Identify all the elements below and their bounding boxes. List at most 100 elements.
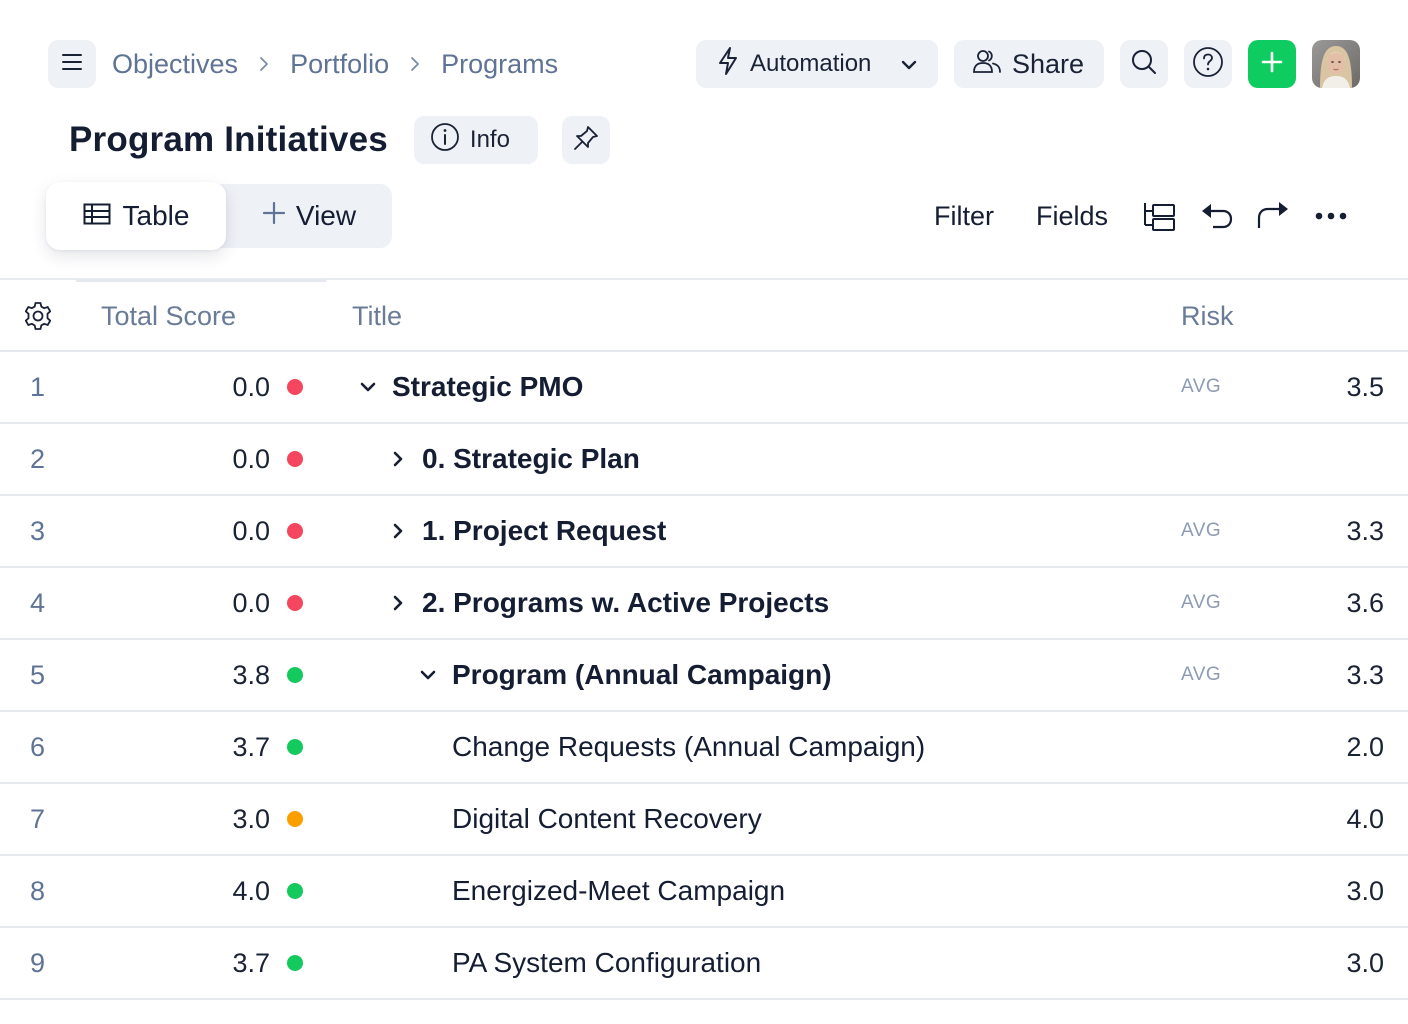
add-button[interactable]	[1248, 40, 1296, 88]
total-score-value: 0.0	[232, 587, 270, 618]
gear-icon[interactable]	[22, 282, 54, 350]
fields-button[interactable]: Fields	[1036, 201, 1108, 232]
aggregate-label: AVG	[1181, 520, 1222, 541]
status-dot-green	[287, 667, 303, 683]
risk-value: 3.3	[1346, 515, 1384, 546]
header-actions: Automation Share	[696, 40, 1360, 88]
risk-value: 4.0	[1346, 803, 1384, 834]
chevron-right-icon[interactable]	[388, 594, 408, 612]
row-number: 5	[30, 659, 46, 690]
chevron-right-icon[interactable]	[388, 522, 408, 540]
total-score-value: 0.0	[232, 443, 270, 474]
total-score-value: 3.8	[232, 659, 270, 690]
tab-table[interactable]: Table	[46, 182, 226, 250]
title-cell[interactable]: 2. Programs w. Active Projects	[388, 568, 829, 638]
column-header-title[interactable]: Title	[352, 282, 402, 350]
chevron-down-icon	[900, 50, 918, 78]
pin-button[interactable]	[561, 116, 610, 164]
status-dot-green	[287, 883, 303, 899]
page-title: Program Initiatives	[69, 120, 388, 159]
status-dot-green	[287, 955, 303, 971]
table-row[interactable]: 7 3.0 Digital Content Recovery 4.0	[0, 784, 1408, 856]
lightning-icon	[716, 46, 740, 83]
total-score-value: 3.7	[232, 731, 270, 762]
status-indicator	[287, 712, 303, 782]
title-cell[interactable]: 1. Project Request	[388, 496, 666, 566]
breadcrumb-programs[interactable]: Programs	[441, 49, 558, 80]
title-cell[interactable]: PA System Configuration	[452, 928, 761, 998]
status-indicator	[287, 640, 303, 710]
automation-dropdown[interactable]: Automation	[696, 40, 938, 88]
status-indicator	[287, 928, 303, 998]
row-number: 3	[30, 515, 46, 546]
help-button[interactable]	[1184, 40, 1232, 88]
column-header-risk[interactable]: Risk	[1181, 282, 1234, 350]
chevron-right-icon	[258, 55, 270, 73]
aggregate-label: AVG	[1181, 376, 1222, 397]
title-cell[interactable]: Change Requests (Annual Campaign)	[452, 712, 925, 782]
aggregate-label: AVG	[1181, 664, 1222, 685]
row-title: 0. Strategic Plan	[422, 443, 640, 474]
table-row[interactable]: 2 0.0 0. Strategic Plan	[0, 424, 1408, 496]
table-row[interactable]: 4 0.0 2. Programs w. Active Projects AVG 3.6	[0, 568, 1408, 640]
filter-button[interactable]: Filter	[934, 201, 994, 232]
row-title: Strategic PMO	[392, 371, 584, 402]
table-row[interactable]: 3 0.0 1. Project Request AVG 3.3	[0, 496, 1408, 568]
table-row[interactable]: 8 4.0 Energized-Meet Campaign 3.0	[0, 856, 1408, 928]
table-row[interactable]: 1 0.0 Strategic PMO AVG 3.5	[0, 352, 1408, 424]
total-score-value: 0.0	[232, 371, 270, 402]
row-title: 1. Project Request	[422, 515, 667, 546]
plus-icon	[262, 200, 286, 232]
add-view-button[interactable]: View	[226, 184, 392, 248]
row-title: 2. Programs w. Active Projects	[422, 587, 830, 618]
chevron-down-icon[interactable]	[358, 381, 378, 393]
chevron-right-icon	[409, 55, 421, 73]
risk-value: 3.3	[1346, 659, 1384, 690]
status-indicator	[287, 568, 303, 638]
total-score-value: 3.0	[232, 803, 270, 834]
search-button[interactable]	[1120, 40, 1168, 88]
search-icon	[1130, 48, 1158, 81]
title-cell[interactable]: Digital Content Recovery	[452, 784, 762, 854]
group-icon[interactable]	[1142, 201, 1176, 231]
column-header-total-score[interactable]: Total Score	[101, 282, 236, 350]
info-label: Info	[469, 126, 510, 153]
row-number: 7	[30, 803, 46, 834]
table-row[interactable]: 6 3.7 Change Requests (Annual Campaign) 2.0	[0, 712, 1408, 784]
status-indicator	[287, 784, 303, 854]
info-button[interactable]: Info	[413, 116, 538, 164]
status-indicator	[287, 424, 303, 494]
chevron-down-icon[interactable]	[418, 669, 438, 681]
share-button[interactable]: Share	[954, 40, 1104, 88]
breadcrumb-objectives[interactable]: Objectives	[112, 49, 238, 80]
undo-icon[interactable]	[1200, 202, 1234, 230]
user-avatar[interactable]	[1312, 40, 1360, 88]
status-dot-red	[287, 451, 303, 467]
table-row[interactable]: 5 3.8 Program (Annual Campaign) AVG 3.3	[0, 640, 1408, 712]
row-title: Digital Content Recovery	[452, 803, 762, 834]
total-score-value: 0.0	[232, 515, 270, 546]
top-bar: Objectives Portfolio Programs	[48, 40, 558, 88]
row-number: 6	[30, 731, 46, 762]
total-score-value: 3.7	[232, 947, 270, 978]
redo-icon[interactable]	[1256, 202, 1290, 230]
help-icon	[1192, 46, 1224, 83]
risk-value: 3.0	[1346, 947, 1384, 978]
aggregate-label: AVG	[1181, 592, 1222, 613]
breadcrumb-portfolio[interactable]: Portfolio	[290, 49, 389, 80]
title-cell[interactable]: 0. Strategic Plan	[388, 424, 640, 494]
title-cell[interactable]: Energized-Meet Campaign	[452, 856, 785, 926]
breadcrumb: Objectives Portfolio Programs	[112, 49, 558, 80]
row-title: Energized-Meet Campaign	[452, 875, 786, 906]
status-dot-red	[287, 595, 303, 611]
title-cell[interactable]: Strategic PMO	[358, 352, 583, 422]
status-dot-red	[287, 523, 303, 539]
more-options-icon[interactable]	[1314, 211, 1348, 221]
info-icon	[430, 122, 460, 159]
title-cell[interactable]: Program (Annual Campaign)	[418, 640, 832, 710]
view-tabs: Table View	[46, 182, 392, 250]
menu-button[interactable]	[48, 40, 96, 88]
total-score-value: 4.0	[232, 875, 270, 906]
chevron-right-icon[interactable]	[388, 450, 408, 468]
table-row[interactable]: 9 3.7 PA System Configuration 3.0	[0, 928, 1408, 1000]
